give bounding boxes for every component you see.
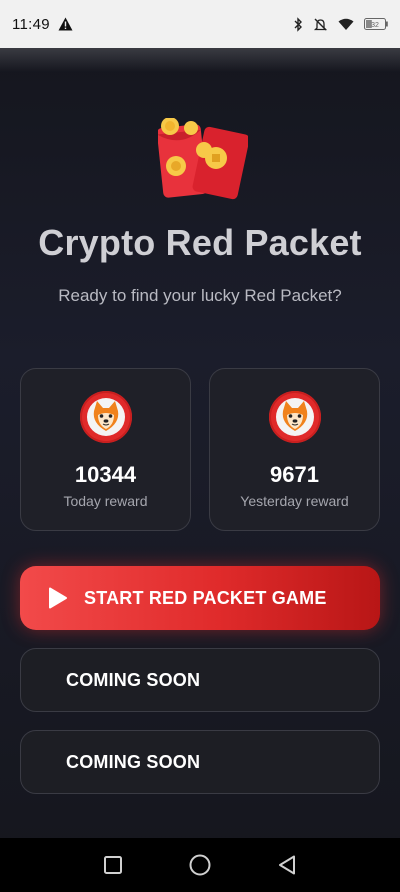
- yesterday-reward-value: 9671: [270, 462, 319, 487]
- today-reward-label: Today reward: [63, 493, 148, 509]
- coming-soon-label: COMING SOON: [66, 751, 201, 772]
- header-shade: [0, 48, 400, 72]
- coming-soon-label: COMING SOON: [66, 669, 201, 690]
- start-red-packet-game-button[interactable]: START RED PACKET GAME: [20, 566, 380, 630]
- today-reward-card: 10344 Today reward: [20, 368, 191, 531]
- start-button-label: START RED PACKET GAME: [84, 587, 327, 608]
- wifi-icon: [338, 18, 354, 31]
- app-screen: 11:49 32 Crypto Red Packet Ready to find…: [0, 0, 400, 892]
- system-nav-bar: [0, 838, 400, 892]
- shiba-coin-icon: [268, 391, 321, 443]
- status-bar: 11:49 32: [0, 0, 400, 48]
- coming-soon-button-2[interactable]: COMING SOON: [20, 730, 380, 794]
- home-icon[interactable]: [189, 854, 211, 876]
- warning-icon: [58, 17, 73, 31]
- shiba-coin-icon: [79, 391, 132, 443]
- red-packet-icon: [156, 117, 250, 200]
- yesterday-reward-card: 9671 Yesterday reward: [209, 368, 380, 531]
- yesterday-reward-label: Yesterday reward: [240, 493, 349, 509]
- status-icons: 32: [293, 16, 388, 32]
- play-icon: [48, 587, 68, 609]
- coming-soon-button-1[interactable]: COMING SOON: [20, 648, 380, 712]
- mute-icon: [313, 17, 328, 32]
- svg-text:32: 32: [371, 22, 379, 29]
- today-reward-value: 10344: [74, 462, 137, 487]
- bluetooth-icon: [293, 16, 303, 32]
- battery-icon: 32: [364, 18, 388, 30]
- recents-icon[interactable]: [103, 856, 122, 874]
- back-icon[interactable]: [278, 855, 296, 875]
- page-title: Crypto Red Packet: [38, 222, 362, 263]
- page-subtitle: Ready to find your lucky Red Packet?: [58, 286, 342, 305]
- status-time: 11:49: [12, 15, 50, 33]
